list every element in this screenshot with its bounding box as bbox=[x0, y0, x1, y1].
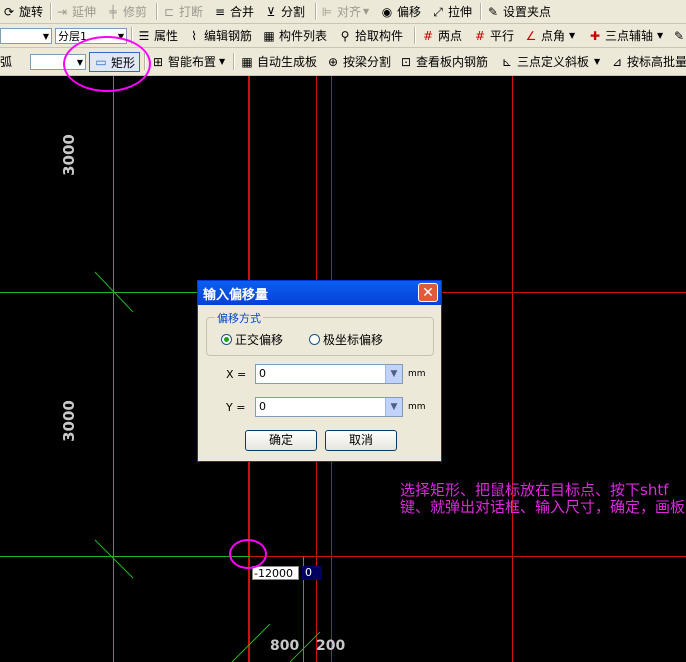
rotate-button[interactable]: ⟳ 旋转 bbox=[2, 0, 43, 23]
x-offset-combo[interactable]: 0 ▼ bbox=[255, 364, 403, 384]
annotation-text: 选择矩形、把鼠标放在目标点、按下shtf键、就弹出对话框、输入尺寸，确定，画板 bbox=[400, 481, 686, 516]
point-angle-icon: ∠ bbox=[525, 28, 537, 43]
pick-component-button[interactable]: ⚲ 拾取构件 bbox=[338, 24, 403, 47]
point-angle-dropdown[interactable]: ∠ 点角 ▼ bbox=[524, 24, 576, 47]
break-icon: ⊏ bbox=[163, 4, 175, 19]
close-button[interactable]: ✕ bbox=[418, 283, 438, 302]
offset-icon: ◉ bbox=[381, 4, 393, 19]
separator bbox=[414, 27, 416, 44]
chevron-down-icon: ▼ bbox=[219, 57, 226, 66]
separator bbox=[156, 3, 158, 20]
set-grip-button[interactable]: ✎ 设置夹点 bbox=[486, 0, 551, 23]
pick-icon: ⚲ bbox=[340, 28, 350, 43]
dimension-label: 800 bbox=[270, 638, 300, 654]
dimension-label: 3000 bbox=[59, 134, 78, 176]
grip-icon: ✎ bbox=[487, 4, 499, 19]
view-slab-rebar-button[interactable]: ⊡ 查看板内钢筋 bbox=[399, 48, 488, 75]
more-tools-button[interactable]: ✎ bbox=[672, 24, 686, 47]
y-label: Y = bbox=[226, 401, 246, 414]
stretch-button[interactable]: ⤢ 拉伸 bbox=[431, 0, 472, 23]
split-icon: ⊻ bbox=[266, 4, 276, 19]
separator bbox=[50, 3, 52, 20]
offset-button[interactable]: ◉ 偏移 bbox=[380, 0, 421, 23]
separator bbox=[233, 53, 235, 70]
view-rebar-icon: ⊡ bbox=[400, 54, 412, 69]
chevron-down-icon[interactable]: ▼ bbox=[385, 398, 402, 416]
parallel-icon: # bbox=[474, 28, 486, 43]
dimension-label: 200 bbox=[316, 638, 346, 654]
component-type-combo[interactable]: ▼ bbox=[0, 28, 52, 44]
elevation-icon: ⊿ bbox=[611, 54, 623, 69]
stretch-icon: ⤢ bbox=[433, 4, 443, 19]
dimension-label: 3000 bbox=[59, 400, 78, 442]
pencil-icon: ✎ bbox=[673, 28, 685, 43]
two-points-icon: # bbox=[422, 28, 434, 43]
parallel-button[interactable]: # 平行 bbox=[473, 24, 514, 47]
rotate-icon: ⟳ bbox=[3, 4, 15, 19]
split-by-beam-button[interactable]: ⊕ 按梁分割 bbox=[326, 48, 391, 75]
highlight-ellipse bbox=[229, 539, 267, 569]
separator bbox=[315, 3, 317, 20]
chevron-down-icon[interactable]: ▼ bbox=[385, 365, 402, 383]
chevron-down-icon: ▼ bbox=[42, 32, 49, 41]
aux-axis-icon: ✚ bbox=[589, 28, 601, 43]
arc-button[interactable]: 弧 bbox=[0, 48, 12, 75]
dialog-title-bar[interactable]: 输入偏移量 ✕ bbox=[198, 281, 441, 305]
chevron-down-icon: ▼ bbox=[657, 31, 664, 40]
group-label: 偏移方式 bbox=[215, 310, 263, 326]
merge-icon: ≡ bbox=[214, 4, 226, 19]
radio-polar[interactable]: 极坐标偏移 bbox=[309, 331, 383, 348]
dialog-title: 输入偏移量 bbox=[203, 287, 269, 303]
merge-button[interactable]: ≡ 合并 bbox=[213, 0, 254, 23]
cursor-x-input[interactable]: -12000 bbox=[252, 566, 299, 580]
align-icon: ⊫ bbox=[321, 4, 333, 19]
y-unit: mm bbox=[408, 402, 426, 412]
ok-button[interactable]: 确定 bbox=[245, 430, 317, 451]
x-label: X = bbox=[226, 368, 247, 381]
break-button[interactable]: ⊏ 打断 bbox=[162, 0, 203, 23]
slab-icon: ▦ bbox=[241, 54, 253, 69]
three-point-slope-dropdown[interactable]: ⊾ 三点定义斜板 ▼ bbox=[500, 48, 600, 75]
split-beam-icon: ⊕ bbox=[327, 54, 339, 69]
radio-unchecked-icon bbox=[309, 334, 320, 345]
chevron-down-icon: ▼ bbox=[363, 7, 370, 16]
batch-by-elev-button[interactable]: ⊿ 按标高批量 bbox=[610, 48, 686, 75]
list-icon: ▦ bbox=[263, 28, 275, 43]
auto-gen-slab-button[interactable]: ▦ 自动生成板 bbox=[240, 48, 317, 75]
x-unit: mm bbox=[408, 369, 426, 379]
separator bbox=[480, 3, 482, 20]
radio-checked-icon bbox=[221, 334, 232, 345]
properties-icon: ☰ bbox=[138, 28, 150, 43]
toolbar-edit: ⟳ 旋转 ⇥ 延伸 ╪ 修剪 ⊏ 打断 ≡ 合并 ⊻ 分割 ⊫ 对齐 ▼ ◉ 偏移 ⤢ 拉伸 ✎ 设置… bbox=[0, 0, 686, 24]
trim-button[interactable]: ╪ 修剪 bbox=[106, 0, 147, 23]
split-button[interactable]: ⊻ 分割 bbox=[264, 0, 305, 23]
close-icon: ✕ bbox=[422, 285, 434, 301]
offset-dialog: 输入偏移量 ✕ 偏移方式 正交偏移 极坐标偏移 X = 0 ▼ mm Y = 0 ▼… bbox=[197, 280, 442, 462]
cancel-button[interactable]: 取消 bbox=[325, 430, 397, 451]
rebar-icon: ⌇ bbox=[191, 28, 197, 43]
cursor-y-input[interactable]: 0 bbox=[302, 566, 322, 580]
component-list-button[interactable]: ▦ 构件列表 bbox=[262, 24, 327, 47]
radio-ortho[interactable]: 正交偏移 bbox=[221, 331, 283, 348]
align-dropdown[interactable]: ⊫ 对齐 ▼ bbox=[320, 0, 369, 23]
extend-button[interactable]: ⇥ 延伸 bbox=[55, 0, 96, 23]
edit-rebar-button[interactable]: ⌇ 编辑钢筋 bbox=[187, 24, 252, 47]
offset-mode-group: 偏移方式 正交偏移 极坐标偏移 bbox=[206, 310, 434, 356]
grid-icon: ⊞ bbox=[152, 54, 164, 69]
properties-button[interactable]: ☰ 属性 bbox=[137, 24, 178, 47]
slope-icon: ⊾ bbox=[501, 54, 513, 69]
smart-layout-dropdown[interactable]: ⊞ 智能布置 ▼ bbox=[151, 48, 225, 75]
chevron-down-icon: ▼ bbox=[594, 57, 601, 66]
extend-icon: ⇥ bbox=[56, 4, 68, 19]
highlight-ellipse bbox=[63, 36, 151, 92]
three-point-aux-dropdown[interactable]: ✚ 三点辅轴 ▼ bbox=[588, 24, 663, 47]
y-offset-combo[interactable]: 0 ▼ bbox=[255, 397, 403, 417]
chevron-down-icon: ▼ bbox=[569, 31, 576, 40]
trim-icon: ╪ bbox=[109, 4, 117, 19]
two-points-button[interactable]: # 两点 bbox=[421, 24, 462, 47]
